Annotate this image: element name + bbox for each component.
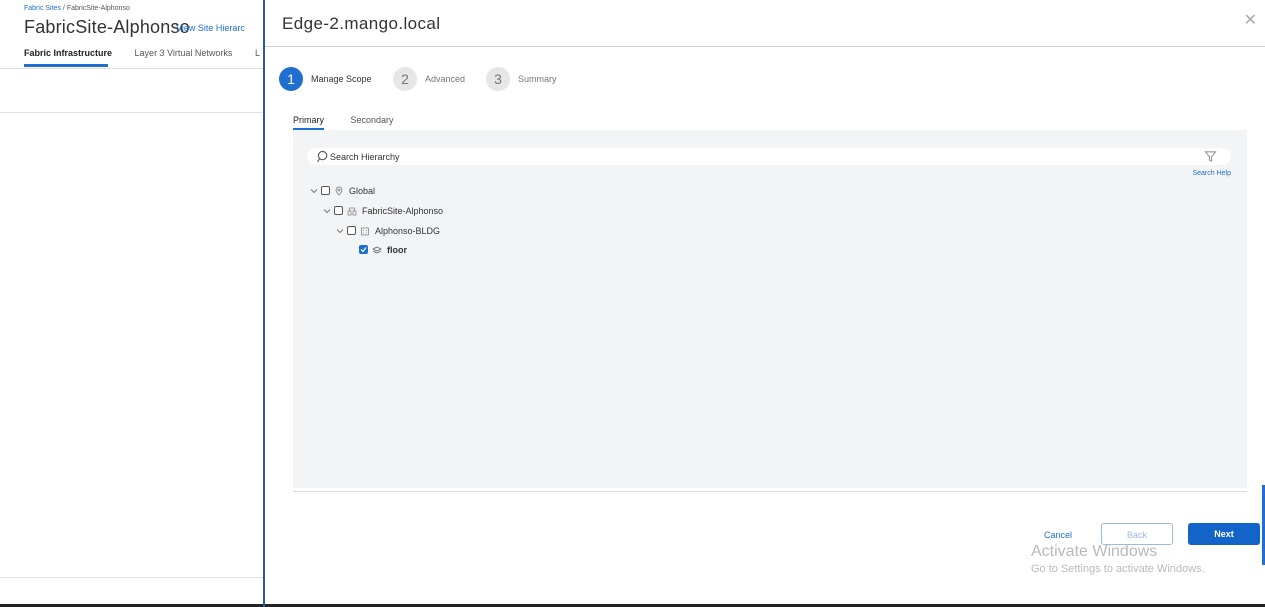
active-tab-indicator [24, 64, 108, 67]
divider [0, 112, 264, 113]
tree-node-floor: floor [357, 244, 407, 258]
background-page: Fabric Sites / FabricSite-Alphonso Fabri… [0, 0, 264, 607]
view-site-hierarchy-link[interactable]: View Site Hierarc [176, 23, 245, 33]
tab-primary[interactable]: Primary [293, 115, 324, 125]
cancel-button[interactable]: Cancel [1044, 530, 1072, 540]
breadcrumb: Fabric Sites / FabricSite-Alphonso [24, 5, 130, 12]
chevron-down-icon[interactable] [335, 226, 345, 236]
search-help-link[interactable]: Search Help [1192, 170, 1231, 177]
search-input[interactable] [330, 149, 1190, 164]
next-button[interactable]: Next [1188, 523, 1260, 545]
checkbox-floor[interactable] [359, 245, 368, 255]
search-icon [317, 150, 328, 163]
checkbox-global[interactable] [321, 186, 330, 196]
chevron-down-icon[interactable] [322, 206, 332, 216]
step-label: Summary [518, 74, 557, 84]
page-title: FabricSite-Alphonso [24, 17, 190, 37]
divider [0, 68, 264, 69]
floor-icon [372, 246, 382, 254]
activate-windows-watermark: Activate Windows [1031, 543, 1158, 560]
divider [293, 491, 1247, 492]
tree-node-label[interactable]: Alphonso-BLDG [375, 226, 440, 236]
step-advanced[interactable]: 2 Advanced [393, 67, 465, 91]
tree-node-building: Alphonso-BLDG [335, 225, 440, 239]
drawer-title: Edge-2.mango.local [282, 14, 441, 33]
step-number: 3 [486, 67, 510, 91]
tree-node-label[interactable]: FabricSite-Alphonso [362, 206, 443, 216]
breadcrumb-fabric-sites-link[interactable]: Fabric Sites [24, 5, 61, 12]
tree-node-label[interactable]: floor [387, 245, 407, 255]
checkbox-fabricsite[interactable] [334, 206, 343, 216]
step-label: Manage Scope [311, 74, 372, 84]
fabric-tabs: Fabric Infrastructure Layer 3 Virtual Ne… [24, 48, 280, 58]
location-pin-icon [335, 186, 343, 196]
step-number: 1 [279, 67, 303, 91]
building-icon [361, 227, 369, 235]
step-number: 2 [393, 67, 417, 91]
tab-fabric-infrastructure[interactable]: Fabric Infrastructure [24, 48, 112, 58]
tree-node-global: Global [309, 185, 375, 199]
tab-truncated[interactable]: L [255, 48, 260, 58]
checkmark-icon [360, 247, 367, 253]
divider [0, 577, 264, 578]
step-label: Advanced [425, 74, 466, 84]
filter-icon[interactable] [1204, 150, 1217, 163]
tab-layer3-virtual-networks[interactable]: Layer 3 Virtual Networks [135, 48, 233, 58]
close-icon[interactable]: ✕ [1244, 10, 1257, 30]
search-box [307, 148, 1231, 165]
breadcrumb-current: FabricSite-Alphonso [66, 5, 130, 12]
divider [265, 46, 1265, 47]
tab-secondary[interactable]: Secondary [351, 115, 394, 125]
hierarchy-panel: Search Help Global FabricSite-Alphonso A… [293, 130, 1247, 488]
scope-tabs: Primary Secondary [293, 115, 418, 125]
tree-node-label[interactable]: Global [349, 186, 375, 196]
activate-windows-subtitle: Go to Settings to activate Windows. [1031, 563, 1205, 575]
step-manage-scope[interactable]: 1 Manage Scope [279, 67, 372, 91]
checkbox-building[interactable] [347, 226, 356, 236]
tree-node-fabricsite: FabricSite-Alphonso [322, 205, 443, 219]
edit-device-drawer: Edge-2.mango.local ✕ 1 Manage Scope 2 Adva… [263, 0, 1265, 607]
back-button[interactable]: Back [1101, 523, 1173, 545]
step-summary[interactable]: 3 Summary [486, 67, 557, 91]
chevron-down-icon[interactable] [309, 186, 319, 196]
area-icon [347, 207, 357, 215]
